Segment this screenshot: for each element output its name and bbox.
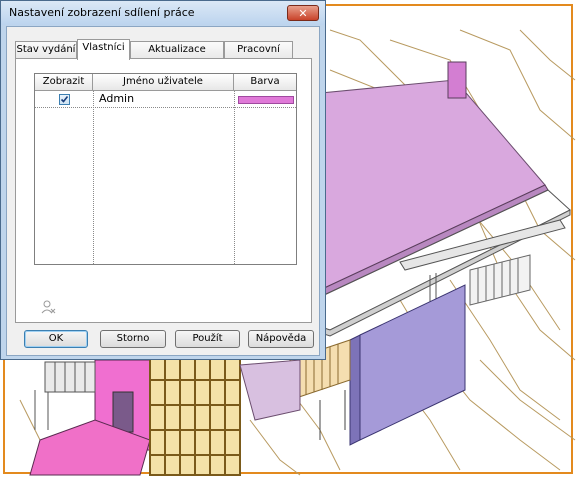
dialog-title: Nastavení zobrazení sdílení práce [9, 6, 195, 19]
show-checkbox[interactable] [59, 94, 70, 105]
user-remove-icon[interactable] [40, 299, 56, 315]
owner-color-swatch[interactable] [238, 96, 294, 104]
apply-button[interactable]: Použít [175, 330, 240, 348]
column-divider [234, 91, 235, 264]
column-header-show[interactable]: Zobrazit [35, 74, 93, 91]
tab-model-updates[interactable]: Aktualizace modelu [130, 41, 224, 71]
column-header-username[interactable]: Jméno uživatele [93, 74, 234, 91]
worksharing-display-settings-dialog: Nastavení zobrazení sdílení práce ✕ Stav… [0, 0, 326, 360]
railing-right [469, 254, 531, 306]
column-header-color[interactable]: Barva [234, 74, 296, 91]
help-button[interactable]: Nápověda [248, 330, 314, 348]
checkmark-icon [60, 96, 69, 103]
tab-checkout-status[interactable]: Stav vydání [15, 41, 77, 59]
dialog-body: Stav vydání Vlastníci Aktualizace modelu… [6, 26, 320, 356]
tab-worksets[interactable]: Pracovní sady [224, 41, 293, 71]
cancel-button[interactable]: Storno [100, 330, 166, 348]
ok-button[interactable]: OK [24, 330, 88, 348]
tab-owners[interactable]: Vlastníci [77, 39, 130, 60]
username-cell: Admin [99, 92, 135, 105]
owners-tab-panel: Zobrazit Jméno uživatele Barva Admin [15, 58, 312, 323]
dialog-titlebar[interactable]: Nastavení zobrazení sdílení práce ✕ [1, 1, 325, 25]
owners-table: Zobrazit Jméno uživatele Barva Admin [34, 73, 297, 265]
row-divider [35, 107, 296, 108]
close-button[interactable]: ✕ [287, 5, 319, 21]
timber-frame [149, 354, 241, 476]
column-divider [93, 91, 94, 264]
